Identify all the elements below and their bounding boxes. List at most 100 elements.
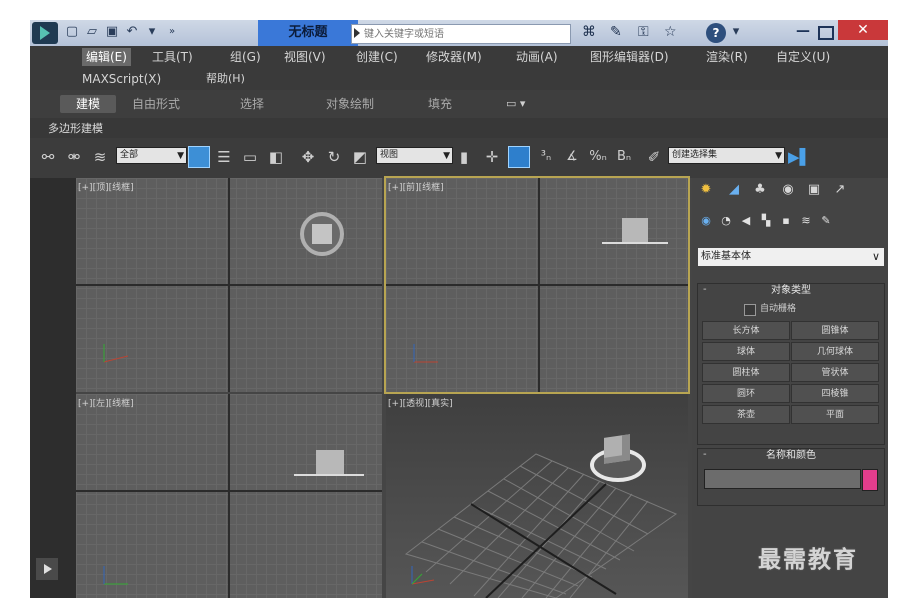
angle-snap-icon[interactable]: ∡ [562,147,582,167]
more-icon[interactable]: » [164,24,180,40]
viewport-left[interactable]: [+][左][线框] [76,394,382,598]
close-button[interactable]: ✕ [838,20,888,40]
cylinder-button[interactable]: 圆柱体 [702,363,790,382]
menu-view[interactable]: 视图(V) [284,48,326,66]
torus-button[interactable]: 圆环 [702,384,790,403]
plane-button[interactable]: 平面 [791,405,879,424]
geometry-icon[interactable]: ◉ [698,213,714,229]
utilities-tab-icon[interactable]: ↗ [830,181,850,199]
scale-icon[interactable]: ◩ [350,147,370,167]
menu-graph-editors[interactable]: 图形编辑器(D) [590,48,669,66]
box-object[interactable] [312,224,332,244]
maximize-button[interactable] [818,26,834,40]
autogrid-checkbox[interactable] [744,304,756,316]
tube-button[interactable]: 管状体 [791,363,879,382]
keyboard-shortcut-override-icon[interactable] [508,146,530,168]
undo-icon[interactable]: ↶ [124,24,140,40]
pivot-center-icon[interactable]: ▮ [454,147,474,167]
menu-create[interactable]: 创建(C) [356,48,398,66]
box-object[interactable] [622,218,648,242]
percent-snap-icon[interactable]: %ₙ [588,147,608,167]
modify-tab-icon[interactable]: ◢ [724,181,744,199]
polygon-modeling-label[interactable]: 多边形建模 [48,120,103,136]
undo-dropdown-icon[interactable]: ▾ [144,24,160,40]
spinner-snap-icon[interactable]: Bₙ [614,147,634,167]
object-type-title[interactable]: 对象类型 [698,284,884,298]
menu-animation[interactable]: 动画(A) [516,48,558,66]
binoculars-icon[interactable]: ⌘ [582,24,596,40]
tools-icon[interactable]: ✎ [610,24,622,40]
cameras-icon[interactable]: ▚ [758,213,774,229]
reference-coord-dropdown[interactable]: 视图 ▼ [376,147,453,164]
new-file-icon[interactable]: ▢ [64,24,80,40]
hierarchy-tab-icon[interactable]: ♣ [750,181,770,199]
search-box[interactable] [351,24,571,44]
menu-maxscript[interactable]: MAXScript(X) [82,70,161,88]
cone-button[interactable]: 圆锥体 [791,321,879,340]
select-object-icon[interactable] [188,146,210,168]
viewport-label[interactable]: [+][顶][线框] [78,180,134,193]
help-dropdown-icon[interactable]: ▾ [728,24,744,40]
tab-modeling[interactable]: 建模 [60,95,116,113]
menu-group[interactable]: 组(G) [230,48,261,66]
viewport-perspective[interactable]: [+][透视][真实] [386,394,688,598]
save-icon[interactable]: ▣ [104,24,120,40]
display-tab-icon[interactable]: ▣ [804,181,824,199]
menu-tools[interactable]: 工具(T) [152,48,193,66]
play-icon[interactable] [36,558,58,580]
viewport-front[interactable]: [+][前][线框] [384,176,690,394]
sphere-button[interactable]: 球体 [702,342,790,361]
help-button[interactable]: ? [706,23,726,43]
window-crossing-icon[interactable]: ◧ [266,147,286,167]
create-tab-icon[interactable]: ✹ [696,181,716,199]
menu-customize[interactable]: 自定义(U) [776,48,830,66]
ribbon-options-icon[interactable]: ▭ ▾ [506,95,525,113]
search-input[interactable] [364,25,564,43]
teapot-button[interactable]: 茶壶 [702,405,790,424]
menu-help[interactable]: 帮助(H) [206,70,245,88]
minimize-button[interactable]: — [792,22,814,44]
select-manipulate-icon[interactable]: ✛ [482,147,502,167]
unlink-icon[interactable]: ⚮ [64,147,84,167]
motion-tab-icon[interactable]: ◉ [778,181,798,199]
selection-filter-dropdown[interactable]: 全部 ▼ [116,147,187,164]
move-icon[interactable]: ✥ [298,147,318,167]
spacewarps-icon[interactable]: ≋ [798,213,814,229]
key-icon[interactable]: ⚿ [638,24,649,40]
pyramid-button[interactable]: 四棱锥 [791,384,879,403]
object-name-field[interactable] [704,469,861,489]
systems-icon[interactable]: ✎ [818,213,834,229]
edit-named-sets-icon[interactable]: ✐ [644,147,664,167]
rotate-icon[interactable]: ↻ [324,147,344,167]
tab-freeform[interactable]: 自由形式 [132,95,180,113]
geosphere-button[interactable]: 几何球体 [791,342,879,361]
tab-populate[interactable]: 填充 [428,95,452,113]
primitive-type-dropdown[interactable]: 标准基本体 ∨ [698,248,884,266]
app-logo-icon[interactable] [32,22,58,44]
menu-modifiers[interactable]: 修改器(M) [426,48,482,66]
object-color-swatch[interactable] [862,469,878,491]
name-color-title[interactable]: 名称和颜色 [698,449,884,463]
link-icon[interactable]: ⚯ [38,147,58,167]
shapes-icon[interactable]: ◔ [718,213,734,229]
box-object[interactable] [604,434,630,464]
box-button[interactable]: 长方体 [702,321,790,340]
menu-edit[interactable]: 编辑(E) [82,48,131,66]
viewport-top[interactable]: [+][顶][线框] [76,178,382,392]
open-file-icon[interactable]: ▱ [84,24,100,40]
select-by-name-icon[interactable]: ☰ [214,147,234,167]
lights-icon[interactable]: ◀ [738,213,754,229]
tab-object-paint[interactable]: 对象绘制 [326,95,374,113]
viewport-label[interactable]: [+][左][线框] [78,396,134,409]
bind-spacewarp-icon[interactable]: ≋ [90,147,110,167]
menu-rendering[interactable]: 渲染(R) [706,48,748,66]
box-object[interactable] [316,450,344,474]
star-icon[interactable]: ☆ [664,24,677,40]
tab-selection[interactable]: 选择 [240,95,264,113]
named-selection-dropdown[interactable]: 创建选择集 ▼ [668,147,785,164]
viewport-label[interactable]: [+][前][线框] [388,180,444,193]
helpers-icon[interactable]: ▪ [778,213,794,229]
mirror-icon[interactable]: ▶▌ [788,147,811,167]
rectangular-selection-icon[interactable]: ▭ [240,147,260,167]
snap-toggle-icon[interactable]: ³ₙ [536,147,556,167]
